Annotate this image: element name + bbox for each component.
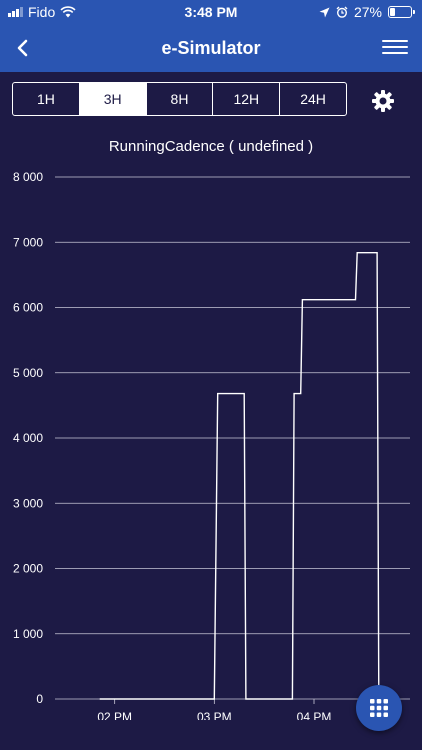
battery-level-fill: [390, 8, 395, 16]
page-title: e-Simulator: [161, 38, 261, 58]
chevron-left-icon: [17, 39, 28, 57]
status-right: 27%: [319, 4, 415, 20]
alarm-icon: [336, 6, 348, 18]
x-tick-label: 04 PM: [297, 710, 332, 720]
gear-icon: [372, 90, 394, 112]
y-tick-label: 0: [36, 692, 43, 706]
tab-8h[interactable]: 8H: [147, 83, 214, 115]
tab-12h[interactable]: 12H: [213, 83, 281, 115]
back-button[interactable]: [8, 32, 40, 64]
y-tick-label: 7 000: [13, 235, 43, 249]
battery-percent: 27%: [353, 4, 382, 20]
location-arrow-icon: [319, 7, 330, 17]
y-tick-label: 4 000: [13, 431, 43, 445]
y-tick-label: 6 000: [13, 301, 43, 315]
tab-1h[interactable]: 1H: [13, 83, 80, 115]
nav-bar: e-Simulator: [0, 24, 422, 72]
tab-3h[interactable]: 3H: [79, 83, 147, 115]
apps-grid-button[interactable]: [356, 685, 402, 731]
chart-title: RunningCadence ( undefined ): [108, 138, 314, 155]
series-line: [99, 251, 380, 700]
y-tick-label: 1 000: [13, 627, 43, 641]
settings-button[interactable]: [370, 88, 396, 114]
status-bar: Fido 3:48 PM 27%: [0, 0, 422, 24]
y-tick-label: 3 000: [13, 496, 43, 510]
y-tick-label: 5 000: [13, 366, 43, 380]
hamburger-icon: [382, 40, 408, 54]
running-cadence-chart: 0 1 000 2 000 3 000 4 000 5 000 6 000 7 000 8 00…: [13, 170, 410, 720]
x-tick-label: 02 PM: [97, 710, 132, 720]
y-tick-label: 8 000: [13, 170, 43, 184]
menu-button[interactable]: [382, 36, 408, 60]
battery-icon: [388, 6, 415, 18]
x-tick-label: 03 PM: [197, 710, 232, 720]
grid-icon: [370, 699, 388, 717]
time-range-tabs: 1H 3H 8H 12H 24H: [12, 82, 347, 116]
y-tick-label: 2 000: [13, 562, 43, 576]
tab-24h[interactable]: 24H: [280, 83, 346, 115]
